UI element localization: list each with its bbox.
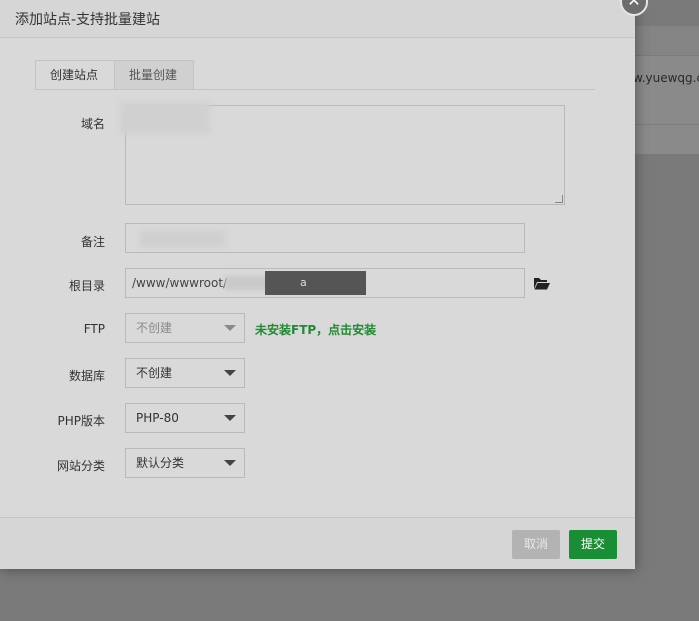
- blurred-domain-value: [120, 102, 210, 134]
- redacted-path-segment: [265, 271, 366, 295]
- blurred-path-segment: [225, 276, 270, 290]
- category-select-value: 默认分类: [136, 456, 185, 470]
- install-ftp-link[interactable]: 未安装FTP，点击安装: [255, 321, 376, 338]
- caret-down-icon: [224, 460, 236, 466]
- caret-down-icon: [224, 415, 236, 421]
- php-version-select-value: PHP-80: [136, 411, 179, 425]
- dialog-title: 添加站点-支持批量建站: [15, 12, 161, 28]
- php-version-label: PHP版本: [57, 414, 106, 428]
- resize-handle-icon[interactable]: [555, 195, 563, 203]
- tab-create-site[interactable]: 创建站点: [35, 60, 115, 90]
- category-select[interactable]: 默认分类: [125, 448, 245, 478]
- note-label: 备注: [80, 235, 105, 249]
- path-tail: a: [300, 276, 307, 289]
- caret-down-icon: [224, 370, 236, 376]
- database-select-value: 不创建: [136, 366, 173, 380]
- database-select[interactable]: 不创建: [125, 358, 245, 388]
- add-site-dialog: 添加站点-支持批量建站 创建站点 批量创建 域名 备注 根目录 /www/www…: [0, 0, 635, 569]
- dialog-header: 添加站点-支持批量建站: [0, 0, 635, 38]
- domain-label: 域名: [80, 117, 105, 131]
- database-label: 数据库: [68, 369, 105, 383]
- cancel-button[interactable]: 取消: [512, 530, 560, 559]
- tab-divider: [35, 89, 595, 90]
- ftp-label: FTP: [83, 322, 105, 336]
- background-site-url: w.yuewqg.c: [633, 71, 699, 85]
- folder-open-icon[interactable]: [534, 277, 550, 290]
- ftp-select[interactable]: 不创建: [125, 313, 245, 343]
- ftp-select-value: 不创建: [136, 321, 173, 335]
- dialog-footer: 取消 提交: [0, 517, 635, 569]
- tab-batch-create[interactable]: 批量创建: [114, 60, 194, 90]
- category-label: 网站分类: [56, 459, 105, 473]
- caret-down-icon: [224, 325, 236, 331]
- php-version-select[interactable]: PHP-80: [125, 403, 245, 433]
- blurred-note-value: [140, 231, 225, 247]
- root-dir-label: 根目录: [68, 279, 105, 293]
- submit-button[interactable]: 提交: [569, 530, 617, 559]
